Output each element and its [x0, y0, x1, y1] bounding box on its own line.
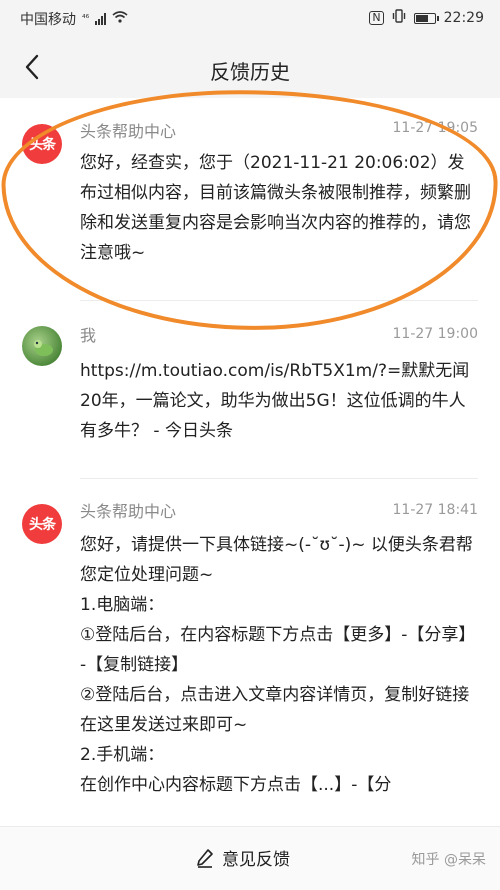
- message-line: 2.手机端：: [80, 745, 165, 765]
- nav-bar: 反馈历史: [0, 36, 500, 98]
- bottom-bar: 意见反馈 知乎 @呆呆: [0, 826, 500, 890]
- message-line: ②登陆后台，点击进入文章内容详情页，复制好链接在这里发送过来即可~: [80, 685, 470, 735]
- message-time: 11-27 19:05: [392, 120, 478, 136]
- sender-name: 头条帮助中心: [80, 502, 177, 521]
- feedback-button[interactable]: 意见反馈: [196, 845, 290, 870]
- clock: 22:29: [443, 10, 484, 26]
- status-left: 中国移动 ⁴⁶: [20, 9, 128, 29]
- status-bar: 中国移动 ⁴⁶ N 22:29: [0, 0, 500, 36]
- feedback-label: 意见反馈: [222, 850, 290, 870]
- message-text: 您好，经查实，您于（2021-11-21 20:06:02）发布过相似内容，目前…: [80, 153, 471, 263]
- message-line: ①登陆后台，在内容标题下方点击【更多】-【分享】-【复制链接】: [80, 625, 476, 675]
- sender-name: 我: [80, 326, 97, 345]
- message-time: 11-27 19:00: [392, 326, 478, 342]
- pencil-icon: [197, 848, 213, 868]
- carrier-label: 中国移动: [20, 12, 76, 28]
- message-line: 您好，请提供一下具体链接~(-˘ʊ˘-)~ 以便头条君帮您定位处理问题~: [80, 535, 473, 585]
- vibrate-icon: [392, 9, 406, 27]
- battery-icon: [413, 12, 439, 24]
- sender-name: 头条帮助中心: [80, 122, 177, 141]
- divider: [80, 478, 478, 479]
- nfc-icon: N: [369, 11, 384, 25]
- avatar: [22, 326, 62, 366]
- page-title: 反馈历史: [210, 60, 290, 84]
- message-time: 11-27 18:41: [392, 502, 478, 518]
- message-text: 您好，请提供一下具体链接~(-˘ʊ˘-)~ 以便头条君帮您定位处理问题~ 1.电…: [80, 530, 480, 800]
- status-right: N 22:29: [369, 9, 484, 27]
- watermark: 知乎 @呆呆: [411, 852, 486, 868]
- message-line: 在创作中心内容标题下方点击【...】-【分: [80, 775, 392, 795]
- divider: [80, 300, 478, 301]
- message-text[interactable]: https://m.toutiao.com/is/RbT5X1m/?=默默无闻2…: [80, 356, 480, 446]
- wifi-icon: [112, 11, 128, 27]
- message-line: 1.电脑端：: [80, 595, 165, 615]
- signal-icon: [95, 13, 107, 25]
- network-type: ⁴⁶: [82, 14, 90, 24]
- avatar: 头条: [22, 124, 62, 164]
- avatar: 头条: [22, 504, 62, 544]
